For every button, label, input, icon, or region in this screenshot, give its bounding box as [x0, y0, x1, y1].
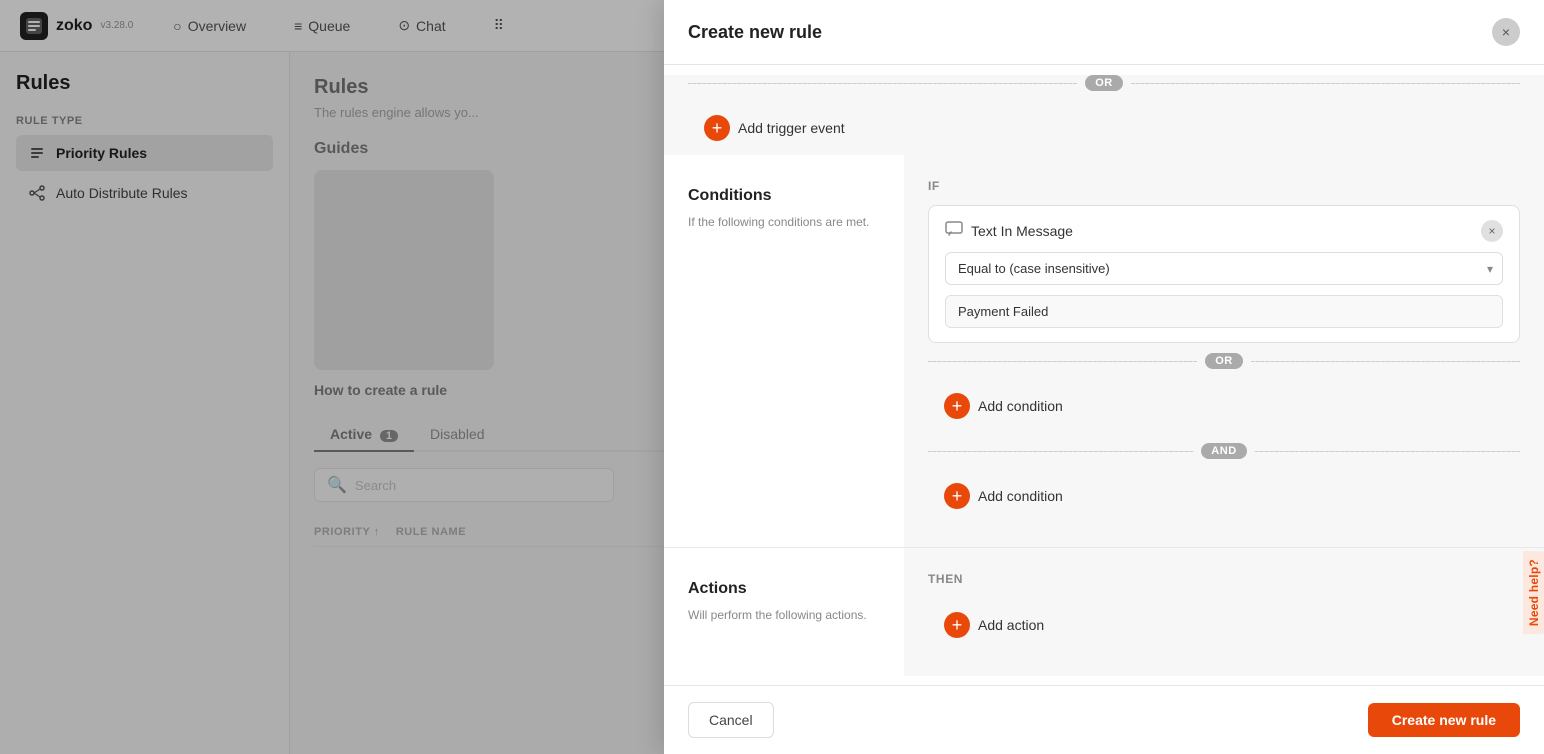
cancel-button[interactable]: Cancel — [688, 702, 774, 738]
divider-line-left — [688, 83, 1077, 84]
create-rule-modal: Create new rule × OR + Add trigger event — [664, 0, 1544, 754]
conditions-label-col: Conditions If the following conditions a… — [664, 155, 904, 547]
modal-body[interactable]: OR + Add trigger event Conditions If the… — [664, 65, 1544, 685]
condition-type-label: Text In Message — [971, 223, 1073, 239]
actions-desc: Will perform the following actions. — [688, 606, 880, 624]
conditions-desc: If the following conditions are met. — [688, 213, 880, 231]
condition-header: Text In Message × — [945, 220, 1503, 242]
or-line-left — [928, 361, 1197, 362]
plus-circle-icon-2: + — [944, 483, 970, 509]
or-badge: OR — [1085, 75, 1123, 91]
modal-overlay: Create new rule × OR + Add trigger event — [0, 0, 1544, 754]
create-rule-button[interactable]: Create new rule — [1368, 703, 1520, 737]
condition-value-input[interactable] — [945, 295, 1503, 328]
condition-card: Text In Message × Equal to (case insensi… — [928, 205, 1520, 343]
comparator-select[interactable]: Equal to (case insensitive) Contains Sta… — [945, 252, 1503, 285]
conditions-content-col: IF Text In Message — [904, 155, 1544, 547]
comparator-select-wrapper: Equal to (case insensitive) Contains Sta… — [945, 252, 1503, 285]
trigger-top-area: OR + Add trigger event — [664, 75, 1544, 155]
and-line-left — [928, 451, 1193, 452]
actions-section: Actions Will perform the following actio… — [664, 548, 1544, 676]
conditions-title: Conditions — [688, 187, 880, 205]
plus-icon: + — [704, 115, 730, 141]
modal-title: Create new rule — [688, 22, 822, 43]
modal-header: Create new rule × — [664, 0, 1544, 65]
conditions-and-divider: AND — [928, 443, 1520, 459]
or-line-right — [1251, 361, 1520, 362]
trigger-or-divider: OR — [688, 75, 1520, 91]
modal-close-button[interactable]: × — [1492, 18, 1520, 46]
add-condition-button-1[interactable]: + Add condition — [928, 379, 1520, 433]
add-trigger-button[interactable]: + Add trigger event — [688, 101, 1520, 155]
plus-circle-icon-1: + — [944, 393, 970, 419]
divider-line-right — [1131, 83, 1520, 84]
add-action-button[interactable]: + Add action — [928, 598, 1520, 652]
and-line-right — [1255, 451, 1520, 452]
conditions-and-badge: AND — [1201, 443, 1246, 459]
modal-footer: Cancel Create new rule — [664, 685, 1544, 754]
condition-type: Text In Message — [945, 221, 1073, 242]
conditions-or-divider: OR — [928, 353, 1520, 369]
message-icon — [945, 221, 963, 242]
add-condition-button-2[interactable]: + Add condition — [928, 469, 1520, 523]
conditions-section: Conditions If the following conditions a… — [664, 155, 1544, 548]
actions-content-col: THEN + Add action — [904, 548, 1544, 676]
actions-title: Actions — [688, 580, 880, 598]
conditions-or-badge: OR — [1205, 353, 1243, 369]
need-help-button[interactable]: Need help? — [1523, 551, 1544, 634]
actions-label-col: Actions Will perform the following actio… — [664, 548, 904, 676]
plus-circle-action-icon: + — [944, 612, 970, 638]
then-label: THEN — [928, 572, 1520, 586]
condition-remove-button[interactable]: × — [1481, 220, 1503, 242]
if-label: IF — [928, 179, 1520, 193]
